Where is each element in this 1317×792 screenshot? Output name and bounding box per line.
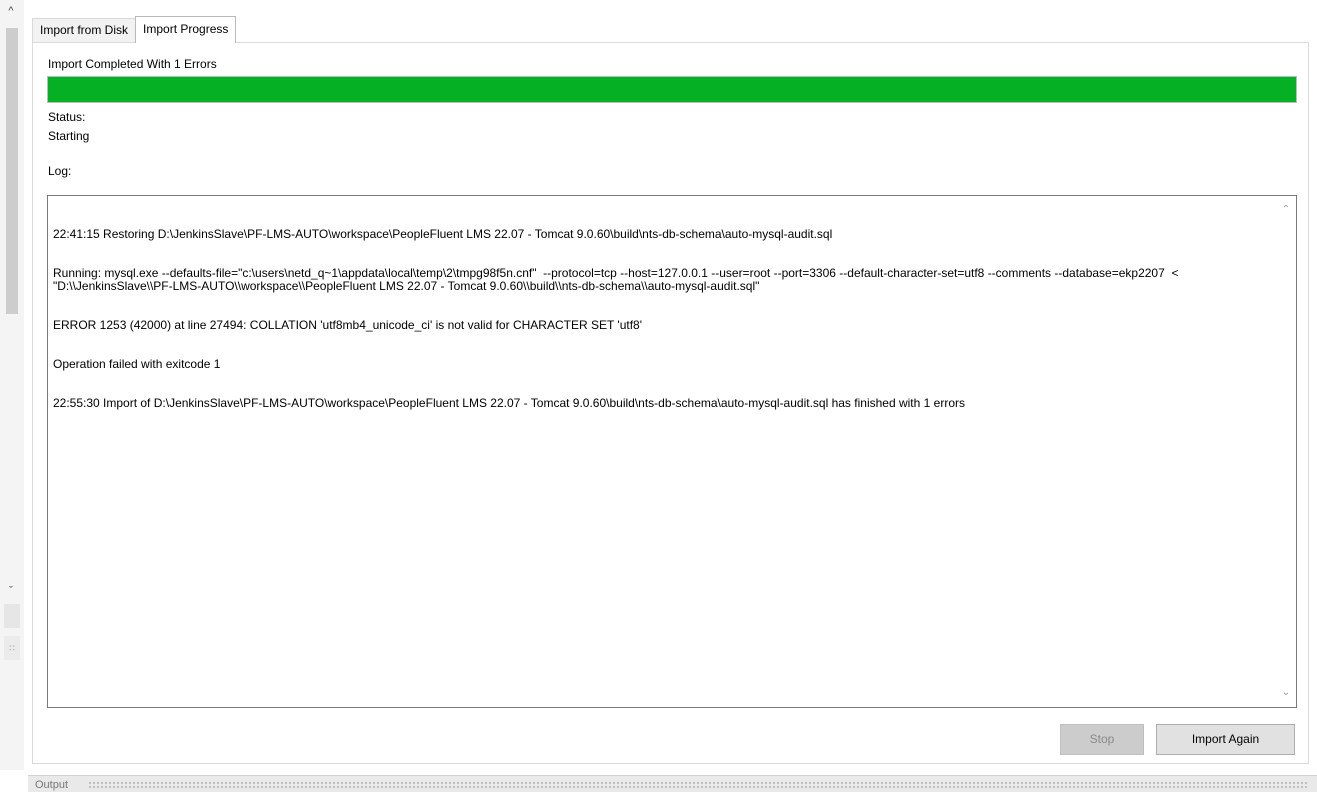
output-label: Output <box>35 779 69 791</box>
log-label: Log: <box>48 164 72 178</box>
scroll-up-icon[interactable]: ^ <box>2 4 20 18</box>
scroll-down-icon[interactable]: ˇ <box>2 584 20 598</box>
log-scrollbar[interactable]: ⌃ ⌄ <box>1276 196 1296 707</box>
chevron-down-icon[interactable]: ⌄ <box>1276 685 1296 701</box>
progress-bar <box>47 76 1297 103</box>
log-line: Operation failed with exitcode 1 <box>53 357 221 371</box>
log-line: Running: mysql.exe --defaults-file="c:\u… <box>53 266 1182 293</box>
scrollbar-thumb[interactable] <box>6 28 18 314</box>
log-line: ERROR 1253 (42000) at line 27494: COLLAT… <box>53 318 642 332</box>
tab-strip: Import from Disk Import Progress <box>32 16 237 43</box>
splitter-handle[interactable] <box>4 604 20 628</box>
chevron-up-icon[interactable]: ⌃ <box>1276 202 1296 218</box>
progress-bar-fill <box>48 77 1296 102</box>
log-line: 22:41:15 Restoring D:\JenkinsSlave\PF-LM… <box>53 227 833 241</box>
stop-button[interactable]: Stop <box>1060 724 1144 755</box>
status-value: Starting <box>48 129 90 143</box>
progress-heading: Import Completed With 1 Errors <box>48 57 217 71</box>
log-content: 22:41:15 Restoring D:\JenkinsSlave\PF-LM… <box>53 202 1266 436</box>
pin-icon[interactable]: ∷ <box>4 636 20 660</box>
import-progress-panel: Import Completed With 1 Errors Status: S… <box>32 42 1309 764</box>
status-label: Status: <box>48 110 86 124</box>
drag-grip[interactable] <box>88 781 1309 788</box>
import-again-button[interactable]: Import Again <box>1156 724 1295 755</box>
tab-import-progress[interactable]: Import Progress <box>135 16 237 43</box>
tab-import-from-disk[interactable]: Import from Disk <box>32 18 137 42</box>
outer-scrollbar[interactable]: ^ ˇ ∷ <box>0 0 24 770</box>
log-textarea[interactable]: 22:41:15 Restoring D:\JenkinsSlave\PF-LM… <box>47 195 1297 708</box>
log-line: 22:55:30 Import of D:\JenkinsSlave\PF-LM… <box>53 396 965 410</box>
output-panel-bar[interactable]: Output <box>28 775 1317 792</box>
